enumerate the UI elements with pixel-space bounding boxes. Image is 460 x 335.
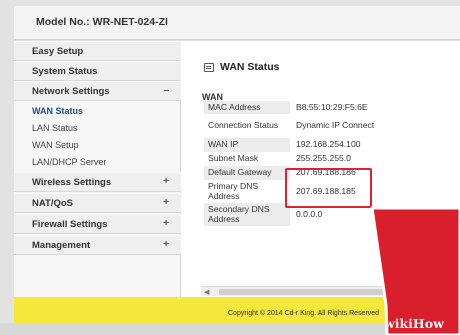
wikihow-watermark: wikiHow	[384, 316, 444, 331]
watermark-part1: wiki	[384, 316, 413, 331]
watermark-part2: How	[412, 316, 444, 331]
pointer-arrow-icon	[370, 206, 460, 335]
